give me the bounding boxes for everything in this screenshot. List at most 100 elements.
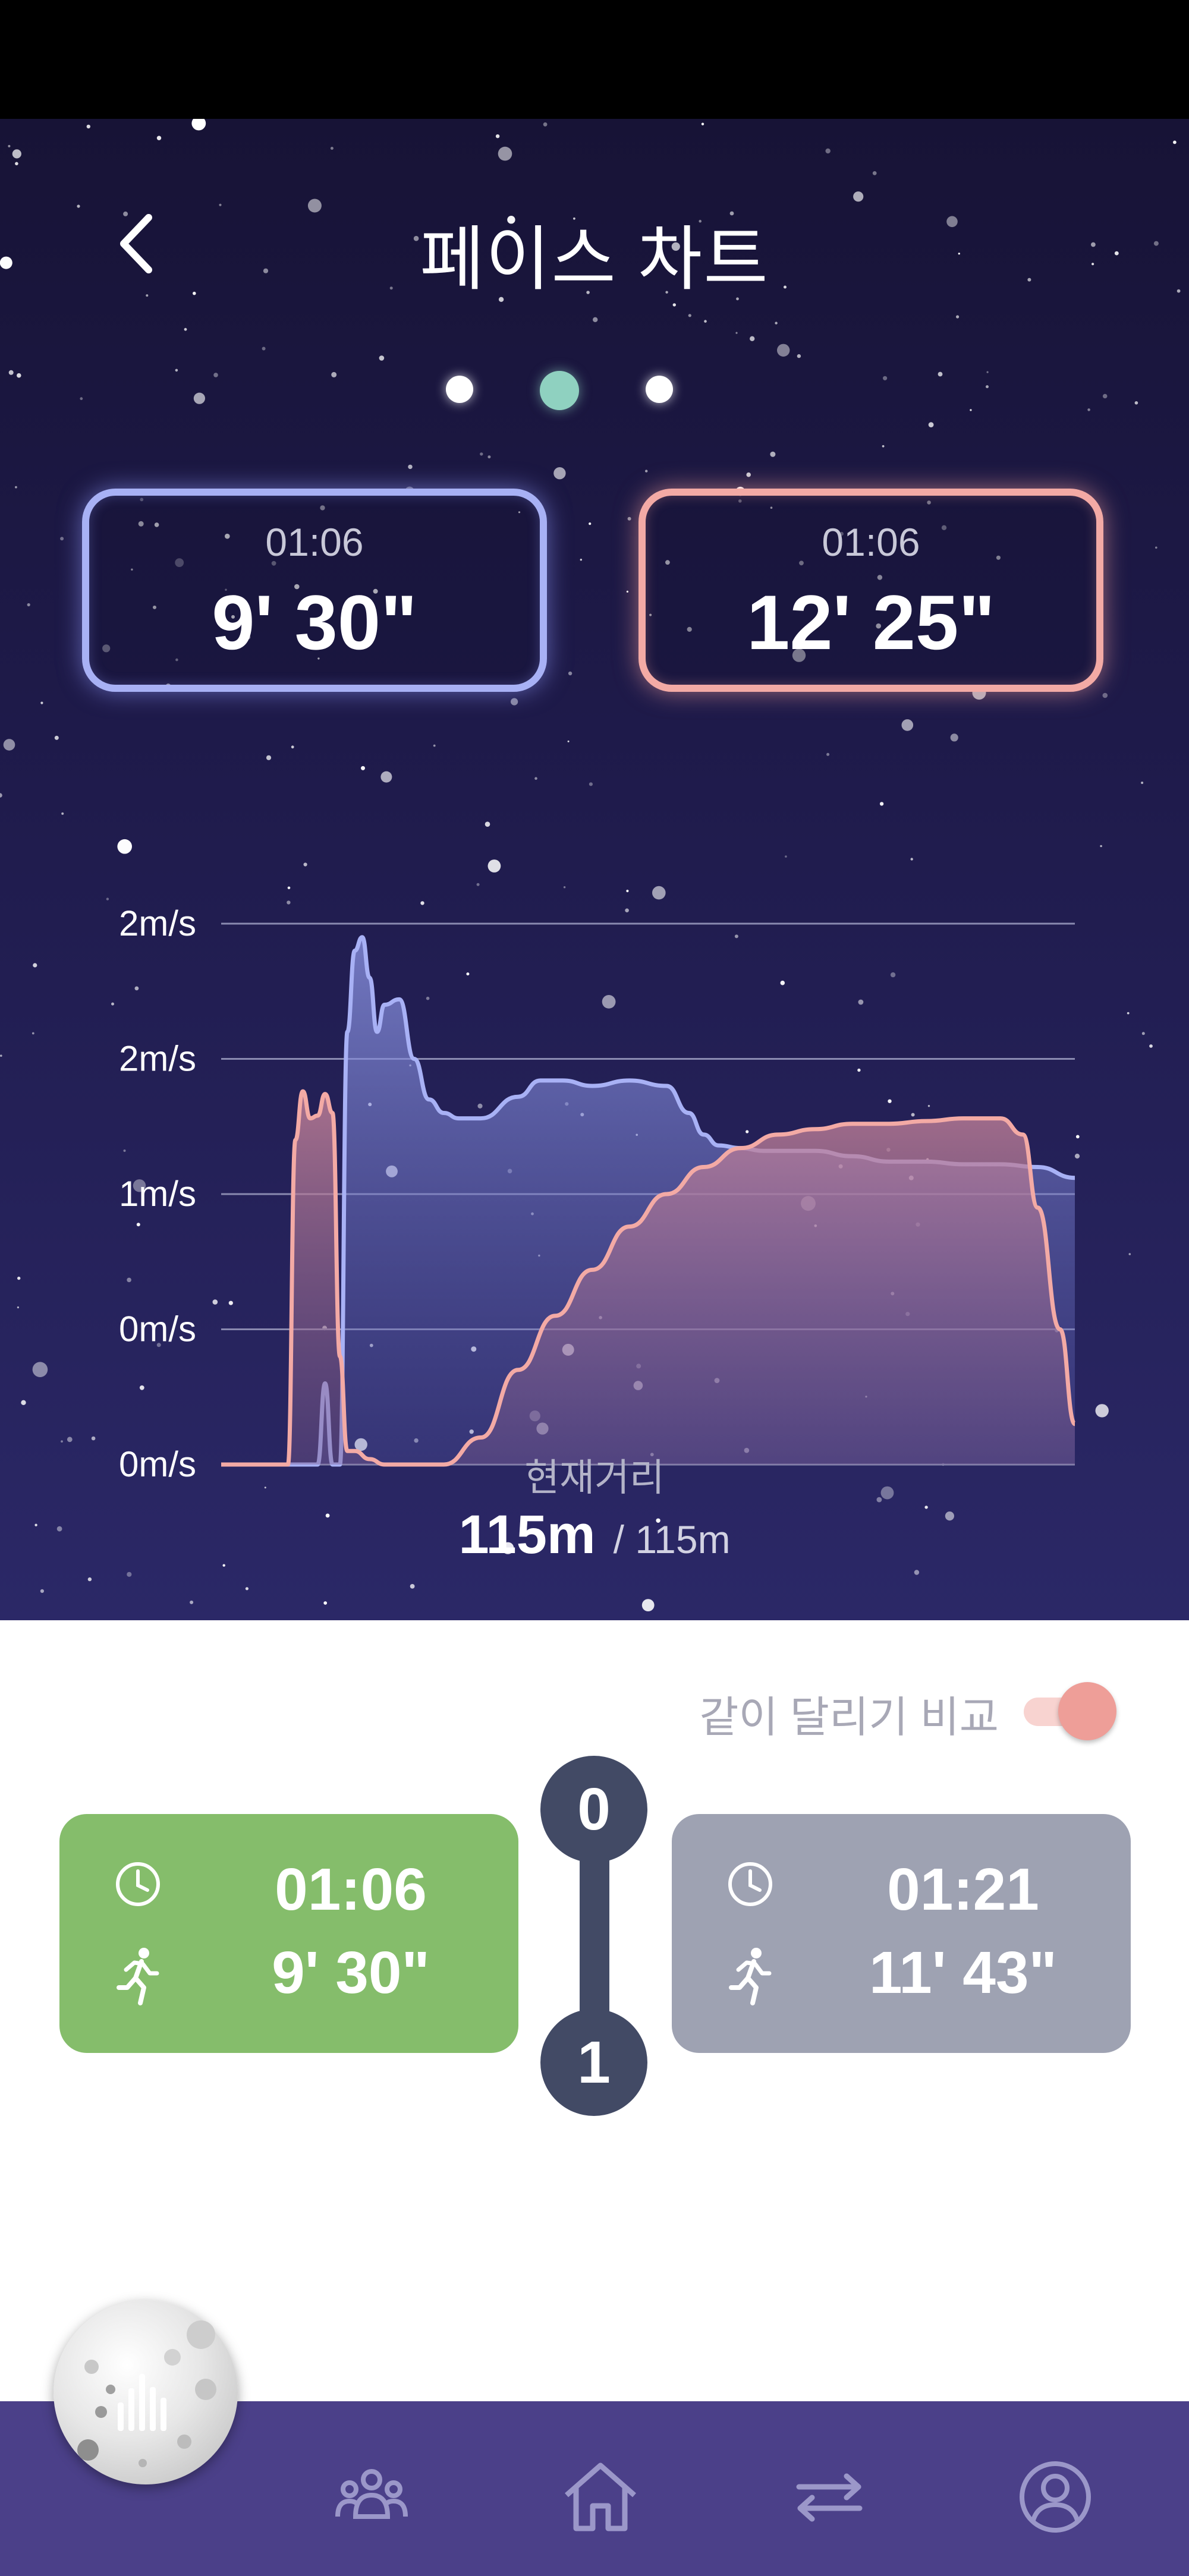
star [193,392,205,404]
pace-box-pace: 9' 30" [212,579,417,666]
compare-label: 같이 달리기 비교 [699,1694,999,1742]
star [291,745,294,749]
star [938,371,943,377]
star [27,603,30,607]
star [15,486,17,489]
star [883,376,888,380]
nav-swap-button[interactable] [791,2458,868,2536]
star [190,1600,194,1604]
star [8,144,11,147]
card-time: 01:21 [887,1856,1039,1923]
star [266,755,272,760]
star [330,147,334,150]
star [593,317,598,322]
star [40,701,43,704]
star [735,332,738,334]
star [928,422,934,427]
pace-box-compare: 01:06 12' 25" [638,489,1103,692]
star [627,517,631,521]
y-tick-label: 1m/s [119,1174,196,1214]
star [1173,140,1177,144]
star [956,315,960,319]
star [1087,408,1090,411]
star [191,119,206,131]
y-tick-label: 2m/s [119,903,196,943]
star [331,371,337,377]
star [626,590,628,593]
card-pace: 11' 43" [869,1939,1057,2006]
star [60,537,64,541]
star [704,320,707,323]
star [8,370,14,375]
star [495,134,500,138]
star [672,303,677,307]
star [1155,546,1157,549]
star [80,397,83,401]
nav-profile-button[interactable] [1017,2458,1094,2536]
page-dot-3[interactable] [646,376,673,403]
card-pace: 9' 30" [272,1939,430,2006]
star [567,740,570,742]
star [323,1601,328,1605]
star [589,522,592,525]
clock-icon [728,1862,772,1906]
compare-toggle[interactable] [1024,1680,1119,1740]
distance-total: / 115m [613,1517,731,1561]
star [15,162,18,166]
star [986,385,989,389]
star [1102,692,1108,698]
lap-node-end[interactable]: 1 [540,2009,647,2116]
y-tick-label: 2m/s [119,1039,196,1079]
star [127,1572,132,1577]
star [86,124,90,129]
runner-icon [729,1948,772,2005]
nav-home-button[interactable] [562,2458,639,2536]
star [498,146,512,161]
star [797,354,801,358]
page-dot-1[interactable] [446,376,473,403]
star [1102,393,1108,399]
toggle-knob [1058,1682,1116,1740]
star [410,1584,415,1589]
result-card-mine[interactable]: 01:06 9' 30" [59,1814,518,2053]
distance-label: 현재거리 [524,1456,665,1499]
star [645,470,648,473]
star [853,191,864,202]
star [750,336,755,341]
star [175,369,178,372]
star [54,735,59,740]
star [17,373,21,378]
pace-chart: 2m/s2m/s1m/s0m/s0m/s [119,903,1077,1484]
page-indicator [440,369,690,416]
star [262,347,266,351]
star [553,467,566,480]
star [1134,401,1138,405]
star [480,452,483,456]
star [433,744,436,747]
lap-node-start[interactable]: 0 [540,1756,647,1863]
star [777,344,790,357]
star [986,371,989,373]
card-time: 01:06 [275,1856,427,1923]
star [3,739,15,751]
star [379,355,385,361]
star [40,1589,44,1593]
star [775,322,778,325]
moon-stats-button[interactable] [54,2300,238,2484]
nav-group-button[interactable] [333,2458,410,2536]
profile-icon [1020,2461,1091,2533]
star [213,373,218,377]
star [826,752,830,756]
y-tick-label: 0m/s [119,1309,196,1349]
star [568,671,573,676]
star [511,698,518,706]
star [914,1570,920,1575]
star [970,409,972,411]
star [12,149,21,159]
star [580,559,582,561]
swap-arrows-icon [796,2473,863,2522]
page-dot-2-active[interactable] [540,371,579,410]
clock-icon [116,1862,160,1906]
result-card-compare[interactable]: 01:21 11' 43" [672,1814,1131,2053]
group-icon [335,2469,408,2519]
